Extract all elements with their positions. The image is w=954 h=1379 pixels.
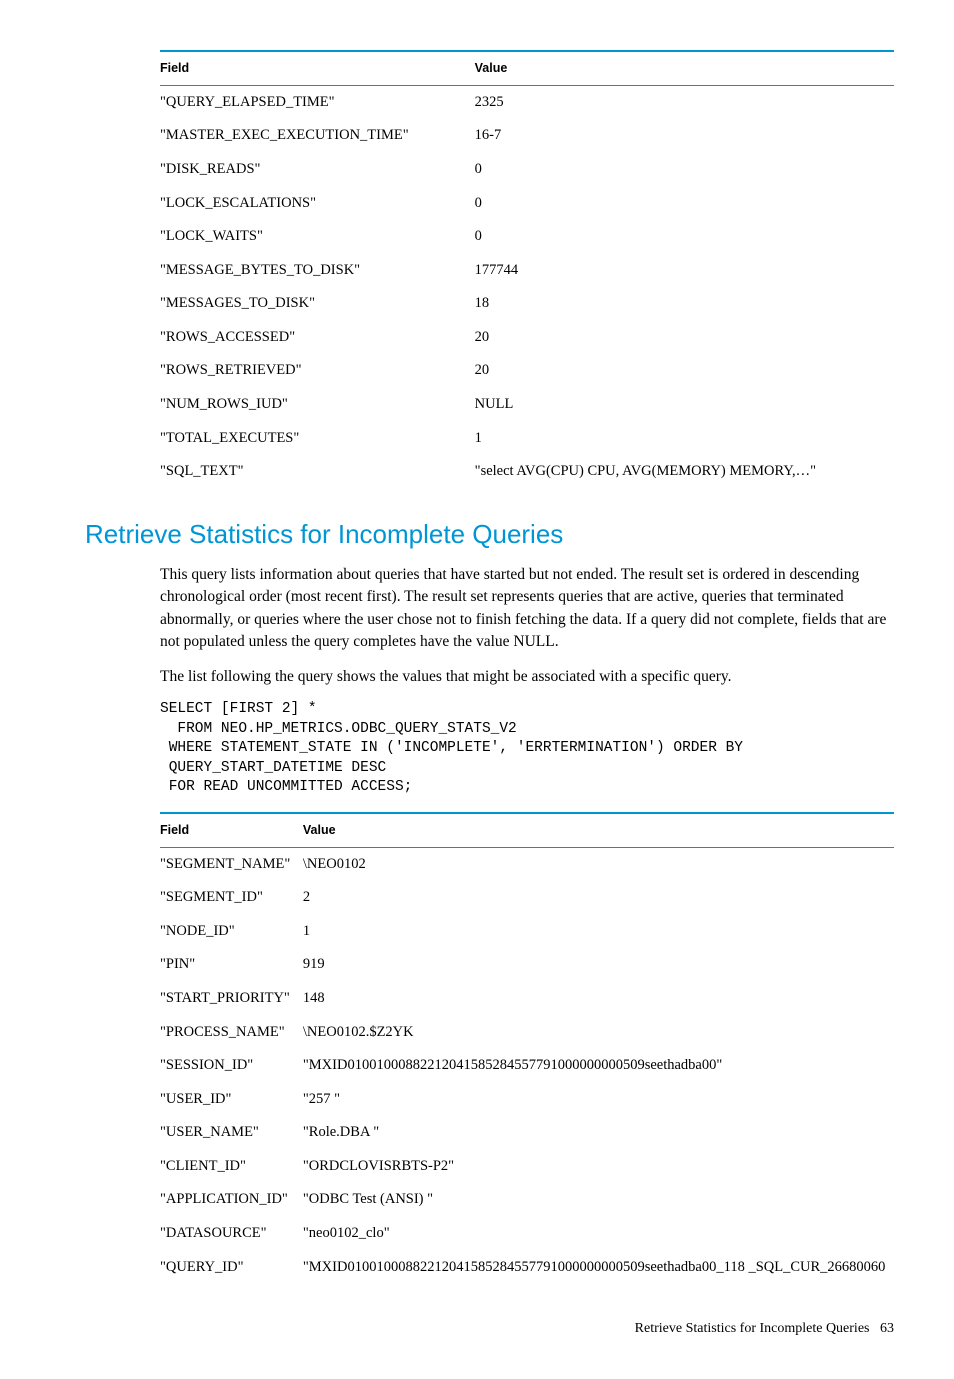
table-row: "MESSAGES_TO_DISK"18: [160, 287, 894, 321]
cell-field: "QUERY_ID": [160, 1251, 303, 1285]
table-row: "PROCESS_NAME"\NEO0102.$Z2YK: [160, 1016, 894, 1050]
section-heading: Retrieve Statistics for Incomplete Queri…: [85, 517, 894, 552]
table-row: "SEGMENT_ID"2: [160, 881, 894, 915]
cell-field: "TOTAL_EXECUTES": [160, 422, 475, 456]
cell-field: "SESSION_ID": [160, 1049, 303, 1083]
table-row: "START_PRIORITY"148: [160, 982, 894, 1016]
cell-field: "LOCK_ESCALATIONS": [160, 187, 475, 221]
cell-field: "APPLICATION_ID": [160, 1183, 303, 1217]
cell-value: "ORDCLOVISRBTS-P2": [303, 1150, 894, 1184]
col-header-value: Value: [303, 813, 894, 847]
cell-value: 16-7: [475, 119, 894, 153]
paragraph-1: This query lists information about queri…: [160, 564, 894, 654]
cell-value: "ODBC Test (ANSI) ": [303, 1183, 894, 1217]
cell-field: "DISK_READS": [160, 153, 475, 187]
table-row: "APPLICATION_ID""ODBC Test (ANSI) ": [160, 1183, 894, 1217]
cell-field: "PIN": [160, 948, 303, 982]
table-row: "QUERY_ID""MXID0100100088221204158528455…: [160, 1251, 894, 1285]
footer-text: Retrieve Statistics for Incomplete Queri…: [635, 1321, 870, 1336]
paragraph-2: The list following the query shows the v…: [160, 666, 894, 688]
cell-field: "ROWS_RETRIEVED": [160, 354, 475, 388]
table-row: "PIN"919: [160, 948, 894, 982]
cell-field: "QUERY_ELAPSED_TIME": [160, 85, 475, 119]
cell-value: "select AVG(CPU) CPU, AVG(MEMORY) MEMORY…: [475, 455, 894, 489]
table-row: "MASTER_EXEC_EXECUTION_TIME"16-7: [160, 119, 894, 153]
page-footer: Retrieve Statistics for Incomplete Queri…: [85, 1320, 894, 1339]
table-row: "TOTAL_EXECUTES"1: [160, 422, 894, 456]
table-row: "SESSION_ID""MXID01001000882212041585284…: [160, 1049, 894, 1083]
cell-field: "SQL_TEXT": [160, 455, 475, 489]
col-header-field: Field: [160, 813, 303, 847]
cell-value: \NEO0102.$Z2YK: [303, 1016, 894, 1050]
cell-value: 2325: [475, 85, 894, 119]
cell-value: \NEO0102: [303, 847, 894, 881]
cell-value: 0: [475, 187, 894, 221]
stats-table-1: Field Value "QUERY_ELAPSED_TIME"2325"MAS…: [160, 50, 894, 489]
cell-value: 20: [475, 354, 894, 388]
cell-field: "LOCK_WAITS": [160, 220, 475, 254]
cell-value: "MXID01001000882212041585284557791000000…: [303, 1251, 894, 1285]
cell-field: "NODE_ID": [160, 915, 303, 949]
table-row: "SEGMENT_NAME"\NEO0102: [160, 847, 894, 881]
cell-value: 20: [475, 321, 894, 355]
cell-value: 177744: [475, 254, 894, 288]
sql-code-block: SELECT [FIRST 2] * FROM NEO.HP_METRICS.O…: [160, 700, 894, 798]
cell-field: "NUM_ROWS_IUD": [160, 388, 475, 422]
cell-value: "257 ": [303, 1083, 894, 1117]
cell-field: "USER_ID": [160, 1083, 303, 1117]
table-row: "NODE_ID"1: [160, 915, 894, 949]
cell-value: 0: [475, 220, 894, 254]
cell-value: 1: [475, 422, 894, 456]
cell-field: "MASTER_EXEC_EXECUTION_TIME": [160, 119, 475, 153]
table-row: "LOCK_WAITS"0: [160, 220, 894, 254]
cell-value: 148: [303, 982, 894, 1016]
table-row: "CLIENT_ID""ORDCLOVISRBTS-P2": [160, 1150, 894, 1184]
cell-value: 1: [303, 915, 894, 949]
table-row: "QUERY_ELAPSED_TIME"2325: [160, 85, 894, 119]
cell-field: "MESSAGES_TO_DISK": [160, 287, 475, 321]
col-header-value: Value: [475, 51, 894, 85]
table-row: "NUM_ROWS_IUD"NULL: [160, 388, 894, 422]
cell-field: "SEGMENT_NAME": [160, 847, 303, 881]
table-row: "USER_NAME""Role.DBA ": [160, 1116, 894, 1150]
cell-value: 0: [475, 153, 894, 187]
cell-field: "START_PRIORITY": [160, 982, 303, 1016]
table-row: "SQL_TEXT""select AVG(CPU) CPU, AVG(MEMO…: [160, 455, 894, 489]
cell-value: 18: [475, 287, 894, 321]
cell-field: "PROCESS_NAME": [160, 1016, 303, 1050]
cell-value: NULL: [475, 388, 894, 422]
footer-page-number: 63: [880, 1321, 894, 1336]
cell-value: 919: [303, 948, 894, 982]
cell-value: "neo0102_clo": [303, 1217, 894, 1251]
cell-field: "ROWS_ACCESSED": [160, 321, 475, 355]
table-row: "USER_ID""257 ": [160, 1083, 894, 1117]
col-header-field: Field: [160, 51, 475, 85]
table-row: "DISK_READS"0: [160, 153, 894, 187]
cell-value: "Role.DBA ": [303, 1116, 894, 1150]
cell-value: 2: [303, 881, 894, 915]
cell-field: "DATASOURCE": [160, 1217, 303, 1251]
cell-value: "MXID01001000882212041585284557791000000…: [303, 1049, 894, 1083]
table-row: "ROWS_ACCESSED"20: [160, 321, 894, 355]
cell-field: "USER_NAME": [160, 1116, 303, 1150]
stats-table-2: Field Value "SEGMENT_NAME"\NEO0102"SEGME…: [160, 812, 894, 1284]
table-row: "DATASOURCE""neo0102_clo": [160, 1217, 894, 1251]
cell-field: "CLIENT_ID": [160, 1150, 303, 1184]
table-row: "ROWS_RETRIEVED"20: [160, 354, 894, 388]
cell-field: "MESSAGE_BYTES_TO_DISK": [160, 254, 475, 288]
table-row: "MESSAGE_BYTES_TO_DISK"177744: [160, 254, 894, 288]
table-row: "LOCK_ESCALATIONS"0: [160, 187, 894, 221]
cell-field: "SEGMENT_ID": [160, 881, 303, 915]
